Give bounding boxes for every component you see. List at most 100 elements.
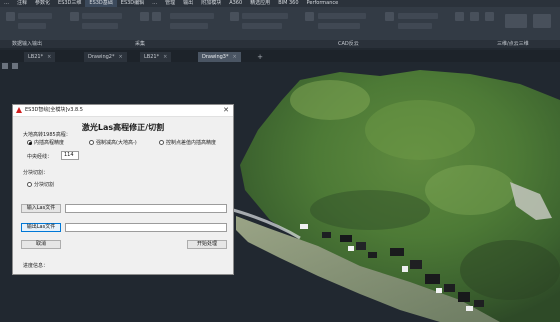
terrain-shadow xyxy=(460,240,560,300)
menu-item[interactable]: 输出 xyxy=(179,0,197,7)
panel-label-3d: 三维/点云三维 xyxy=(497,41,529,47)
terrain-shadow xyxy=(310,190,430,230)
building xyxy=(356,242,366,250)
terrain-highlight xyxy=(290,80,370,120)
panel-label-cad: CAD反云 xyxy=(338,41,359,47)
close-icon[interactable]: × xyxy=(118,54,122,60)
ribbon-tool-icon[interactable] xyxy=(385,12,394,21)
panel-label-io: 数据输入输出 xyxy=(12,41,43,47)
radio-label: 控制点差值内插高精度 xyxy=(166,140,217,146)
menu-item[interactable]: Performance xyxy=(303,0,343,7)
ribbon-tool[interactable] xyxy=(398,13,438,19)
ribbon-tool[interactable] xyxy=(18,23,46,29)
building xyxy=(368,252,377,258)
building xyxy=(402,266,408,272)
doc-tab-label: LB21* xyxy=(28,54,44,60)
menu-item[interactable]: 参数化 xyxy=(31,0,54,7)
app-logo-icon xyxy=(16,107,22,113)
radio-checked-icon xyxy=(27,140,32,145)
building xyxy=(300,224,308,229)
menu-item[interactable]: 管理 xyxy=(161,0,179,7)
doc-tab[interactable]: LB21* × xyxy=(140,52,172,62)
close-icon[interactable]: × xyxy=(47,54,51,60)
ribbon-tool-icon[interactable] xyxy=(70,12,79,21)
dialog-title-bar[interactable]: ES3D智绘[全模块]v3.8.5 ✕ xyxy=(13,105,233,117)
terrain-highlight xyxy=(425,165,515,215)
building xyxy=(466,306,473,311)
panel-label-capture: 采集 xyxy=(135,41,146,47)
meridian-input[interactable]: 114 xyxy=(61,151,79,160)
menu-item[interactable]: A360 xyxy=(225,0,246,7)
meridian-label: 中央经线： xyxy=(27,154,53,160)
viewport-control-icon[interactable] xyxy=(12,63,18,69)
ribbon-tool[interactable] xyxy=(242,13,288,19)
close-icon[interactable]: × xyxy=(163,54,167,60)
menu-item[interactable]: 精选应用 xyxy=(246,0,274,7)
ribbon-tool-icon[interactable] xyxy=(305,12,314,21)
building xyxy=(410,260,422,269)
document-tab-bar: LB21* × Drawing2* × LB21* × Drawing3* × + xyxy=(0,50,560,62)
building xyxy=(474,300,484,307)
radio-label: 分块切割 xyxy=(34,182,55,188)
terrain-highlight xyxy=(365,100,475,160)
ribbon-tool-icon[interactable] xyxy=(485,12,494,21)
ribbon-large-tool-icon[interactable] xyxy=(533,14,551,28)
ribbon-tool[interactable] xyxy=(398,23,432,29)
menu-item[interactable]: ES3D三维 xyxy=(54,0,85,7)
ribbon-tool[interactable] xyxy=(170,13,214,19)
menu-item[interactable]: BIM 360 xyxy=(274,0,302,7)
menu-bar: … 注释 参数化 ES3D三维 ES3D基础 ES3D编辑… 管理 输出 附加模块 A360 精选应… xyxy=(0,0,560,7)
progress-info-label: 进度信息： xyxy=(23,263,49,269)
radio-unchecked-icon xyxy=(27,182,32,187)
input-las-button[interactable]: 输入Las文件 xyxy=(21,204,61,213)
menu-item[interactable]: 附加模块 xyxy=(197,0,225,7)
viewport-control-icon[interactable] xyxy=(2,63,8,69)
radio-force-reduce[interactable]: 强制减高(大地高-) xyxy=(89,139,137,146)
radio-label: 强制减高(大地高-) xyxy=(96,140,137,146)
ribbon-tool[interactable] xyxy=(82,23,118,29)
ribbon-tool[interactable] xyxy=(318,23,360,29)
doc-tab-active[interactable]: Drawing3* × xyxy=(198,52,241,62)
radio-control-point[interactable]: 控制点差值内插高精度 xyxy=(159,139,216,146)
start-processing-button[interactable]: 开始处理 xyxy=(187,240,227,249)
ribbon-tool[interactable] xyxy=(18,13,52,19)
ribbon-tool-icon[interactable] xyxy=(6,12,15,21)
input-las-path[interactable] xyxy=(65,204,227,213)
ribbon-tool[interactable] xyxy=(82,13,122,19)
block-group-label: 分块切割： xyxy=(23,170,49,176)
menu-item[interactable]: 注释 xyxy=(13,0,31,7)
ribbon-tool-icon[interactable] xyxy=(455,12,464,21)
doc-tab[interactable]: Drawing2* × xyxy=(84,52,127,62)
new-tab-icon[interactable]: + xyxy=(256,52,264,62)
building xyxy=(340,235,352,242)
ribbon-tool[interactable] xyxy=(170,23,208,29)
las-elevation-dialog: ES3D智绘[全模块]v3.8.5 ✕ 激光Las高程修正/切割 大地高转198… xyxy=(12,104,234,275)
ribbon xyxy=(0,7,560,40)
menu-item[interactable]: … xyxy=(148,0,161,7)
building xyxy=(458,292,470,302)
ribbon-tool-icon[interactable] xyxy=(470,12,479,21)
building xyxy=(348,246,354,251)
output-las-button[interactable]: 输出Las文件 xyxy=(21,223,61,232)
ribbon-tool-icon[interactable] xyxy=(152,12,161,21)
viewport-toolbar xyxy=(0,62,560,70)
cancel-button[interactable]: 取消 xyxy=(21,240,61,249)
doc-tab-label: LB21* xyxy=(144,54,160,60)
doc-tab[interactable]: LB21* × xyxy=(24,52,56,62)
menu-item[interactable]: … xyxy=(0,0,13,7)
close-icon[interactable]: × xyxy=(232,54,236,60)
close-icon[interactable]: ✕ xyxy=(223,105,229,116)
menu-item[interactable]: ES3D编辑 xyxy=(117,0,148,7)
output-las-path[interactable] xyxy=(65,223,227,232)
radio-block-cut[interactable]: 分块切割 xyxy=(27,181,54,188)
building xyxy=(436,288,442,293)
ribbon-tool[interactable] xyxy=(242,23,282,29)
ribbon-tool-icon[interactable] xyxy=(140,12,149,21)
ribbon-tool-icon[interactable] xyxy=(230,12,239,21)
ribbon-tool[interactable] xyxy=(318,13,366,19)
ribbon-large-tool-icon[interactable] xyxy=(505,14,527,28)
menu-item[interactable]: ES3D基础 xyxy=(85,0,117,7)
radio-interpolate[interactable]: 内插高程精度 xyxy=(27,139,64,146)
dialog-title: ES3D智绘[全模块]v3.8.5 xyxy=(25,107,83,113)
building xyxy=(322,232,331,238)
